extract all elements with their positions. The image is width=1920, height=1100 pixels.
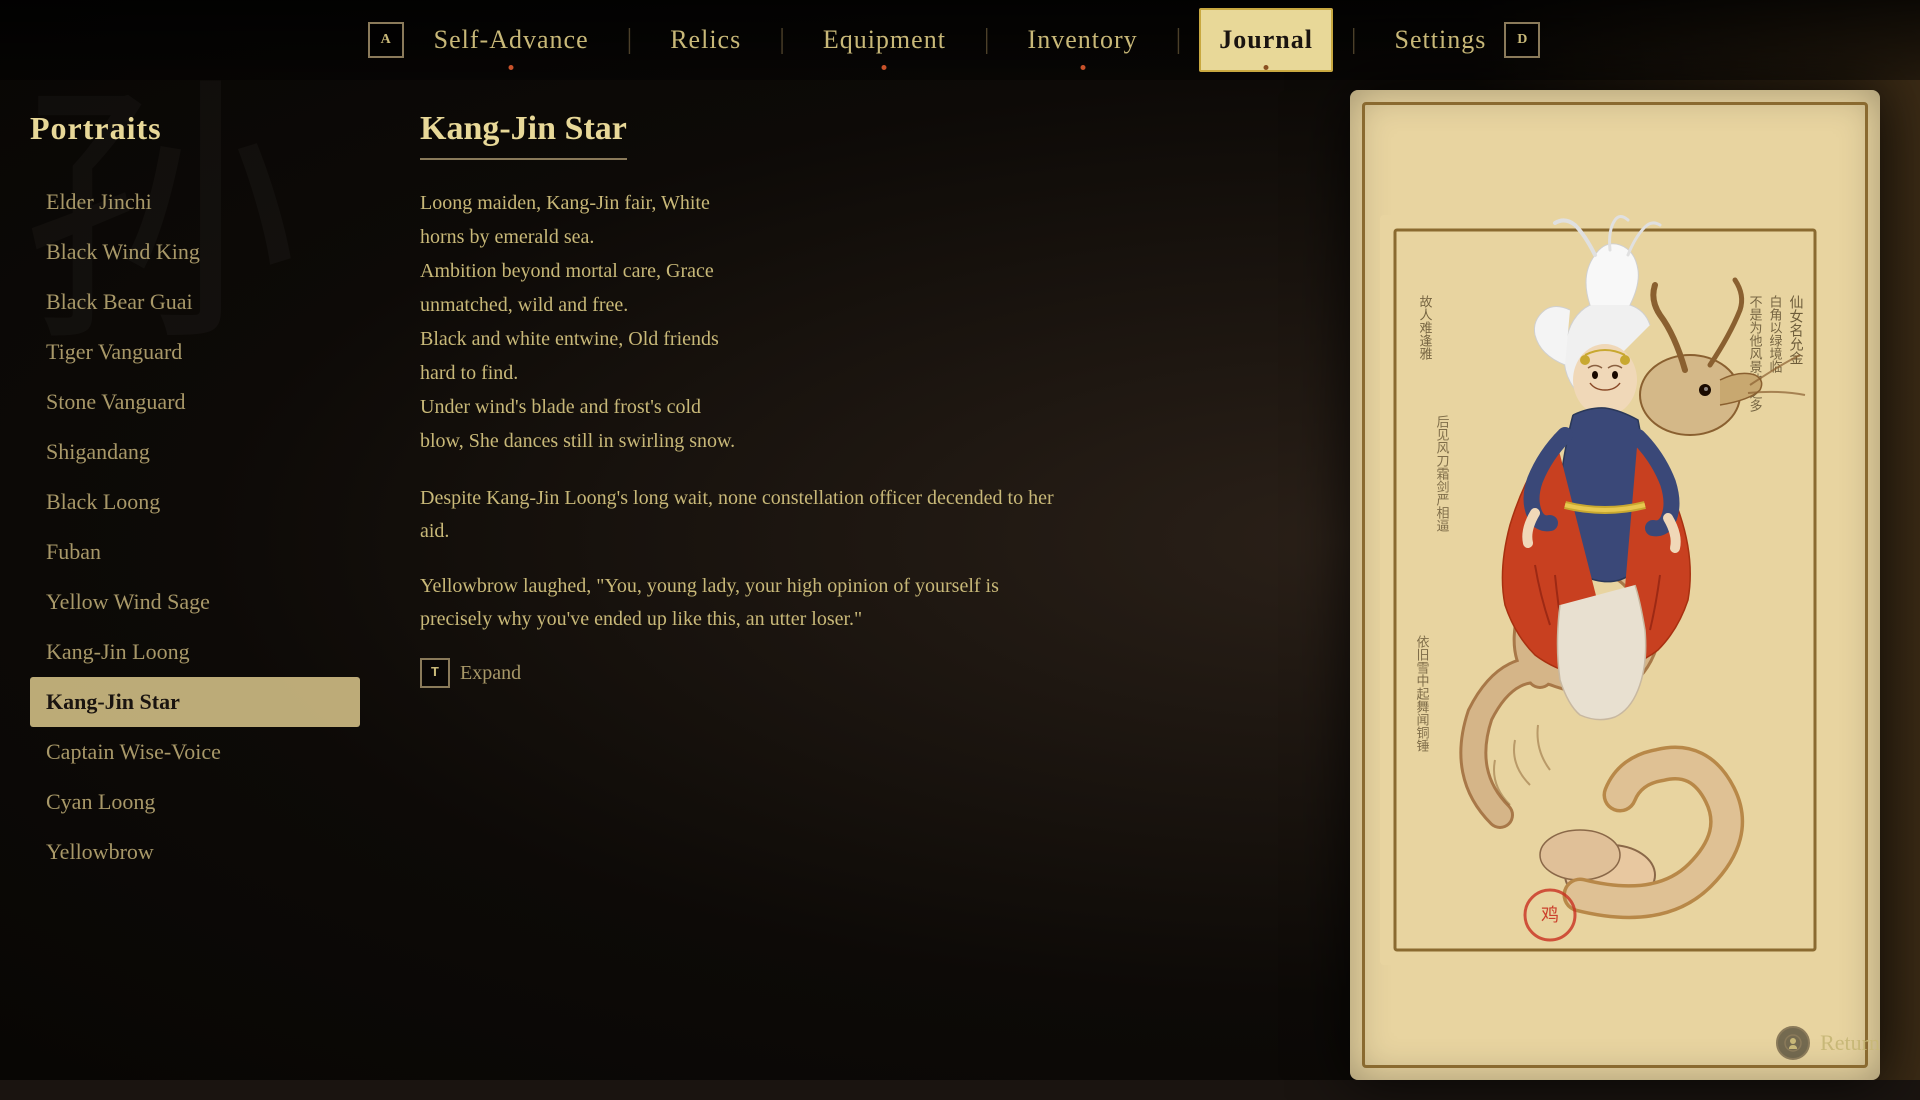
sidebar-item-kang-jin-loong[interactable]: Kang-Jin Loong — [30, 627, 360, 677]
nav-item-settings[interactable]: Settings — [1377, 0, 1505, 80]
entry-paragraph: Despite Kang-Jin Loong's long wait, none… — [420, 482, 1060, 548]
scroll-illustration: 仙女名允金 白角以绿境临 不是为他风景他之多 故人难逢雅 后见风刀霜剑严相逼 依… — [1350, 100, 1860, 1080]
entry-title: Kang-Jin Star — [420, 110, 627, 160]
svg-text:故人难逢雅: 故人难逢雅 — [1418, 295, 1433, 360]
return-button[interactable]: Return — [1776, 1026, 1880, 1060]
entry-poem: Loong maiden, Kang-Jin fair, Whitehorns … — [420, 186, 1060, 458]
sidebar-item-black-wind-king[interactable]: Black Wind King — [30, 227, 360, 277]
return-icon — [1776, 1026, 1810, 1060]
sidebar-item-shigandang[interactable]: Shigandang — [30, 427, 360, 477]
sidebar-item-yellow-wind-sage[interactable]: Yellow Wind Sage — [30, 577, 360, 627]
svg-text:白角以绿境临: 白角以绿境临 — [1768, 294, 1783, 373]
left-nav-key: A — [368, 22, 404, 58]
entry-content: Kang-Jin Star Loong maiden, Kang-Jin fai… — [380, 80, 1100, 1080]
expand-key-badge: T — [420, 658, 450, 688]
nav-sep-5: | — [1351, 24, 1357, 56]
nav-sep-4: | — [1176, 24, 1182, 56]
scroll-area: 仙女名允金 白角以绿境临 不是为他风景他之多 故人难逢雅 后见风刀霜剑严相逼 依… — [1100, 80, 1920, 1080]
sidebar-item-elder-jinchi[interactable]: Elder Jinchi — [30, 177, 360, 227]
sidebar-list: Elder JinchiBlack Wind KingBlack Bear Gu… — [30, 177, 360, 877]
sidebar-item-black-bear-guai[interactable]: Black Bear Guai — [30, 277, 360, 327]
nav-item-journal[interactable]: Journal — [1201, 0, 1331, 80]
left-key-badge-wrapper: A — [368, 0, 416, 80]
nav-item-equipment[interactable]: Equipment — [805, 0, 964, 80]
nav-item-inventory[interactable]: Inventory — [1010, 0, 1156, 80]
nav-sep-3: | — [984, 24, 990, 56]
nav-dot-inventory — [1080, 65, 1085, 70]
nav-item-self-advance[interactable]: Self-Advance — [416, 0, 607, 80]
expand-button[interactable]: T Expand — [420, 658, 1060, 688]
sidebar-item-captain-wise-voice[interactable]: Captain Wise-Voice — [30, 727, 360, 777]
svg-text:仙女名允金: 仙女名允金 — [1788, 295, 1804, 365]
right-nav-key: D — [1504, 22, 1540, 58]
svg-text:依旧雪中起舞闻铜锤: 依旧雪中起舞闻铜锤 — [1415, 635, 1430, 752]
sidebar-item-kang-jin-star[interactable]: Kang-Jin Star — [30, 677, 360, 727]
nav-dot-equipment — [882, 65, 887, 70]
right-key-badge-wrapper: D — [1504, 0, 1552, 80]
nav-sep-1: | — [627, 24, 633, 56]
sidebar-item-tiger-vanguard[interactable]: Tiger Vanguard — [30, 327, 360, 377]
nav-item-relics[interactable]: Relics — [652, 0, 759, 80]
svg-text:鸡: 鸡 — [1541, 905, 1559, 925]
top-navigation: A Self-Advance | Relics | Equipment | In… — [0, 0, 1920, 80]
scroll-image-container: 仙女名允金 白角以绿境临 不是为他风景他之多 故人难逢雅 后见风刀霜剑严相逼 依… — [1320, 50, 1920, 1100]
entry-body: Despite Kang-Jin Loong's long wait, none… — [420, 482, 1060, 636]
entry-paragraph: Yellowbrow laughed, "You, young lady, yo… — [420, 570, 1060, 636]
sidebar-title: Portraits — [30, 110, 360, 147]
portrait-illustration: 仙女名允金 白角以绿境临 不是为他风景他之多 故人难逢雅 后见风刀霜剑严相逼 依… — [1380, 215, 1830, 965]
nav-dot-journal — [1264, 65, 1269, 70]
svg-text:后见风刀霜剑严相逼: 后见风刀霜剑严相逼 — [1435, 415, 1450, 532]
sidebar-item-cyan-loong[interactable]: Cyan Loong — [30, 777, 360, 827]
expand-label: Expand — [460, 662, 521, 685]
sidebar: Portraits Elder JinchiBlack Wind KingBla… — [0, 80, 380, 1080]
nav-dot-self-advance — [509, 65, 514, 70]
sidebar-item-fuban[interactable]: Fuban — [30, 527, 360, 577]
main-content: Portraits Elder JinchiBlack Wind KingBla… — [0, 80, 1920, 1080]
sidebar-item-black-loong[interactable]: Black Loong — [30, 477, 360, 527]
sidebar-item-yellowbrow[interactable]: Yellowbrow — [30, 827, 360, 877]
sidebar-item-stone-vanguard[interactable]: Stone Vanguard — [30, 377, 360, 427]
nav-item-journal-wrapper[interactable]: Journal — [1201, 0, 1331, 80]
return-label: Return — [1820, 1030, 1880, 1056]
nav-sep-2: | — [779, 24, 785, 56]
